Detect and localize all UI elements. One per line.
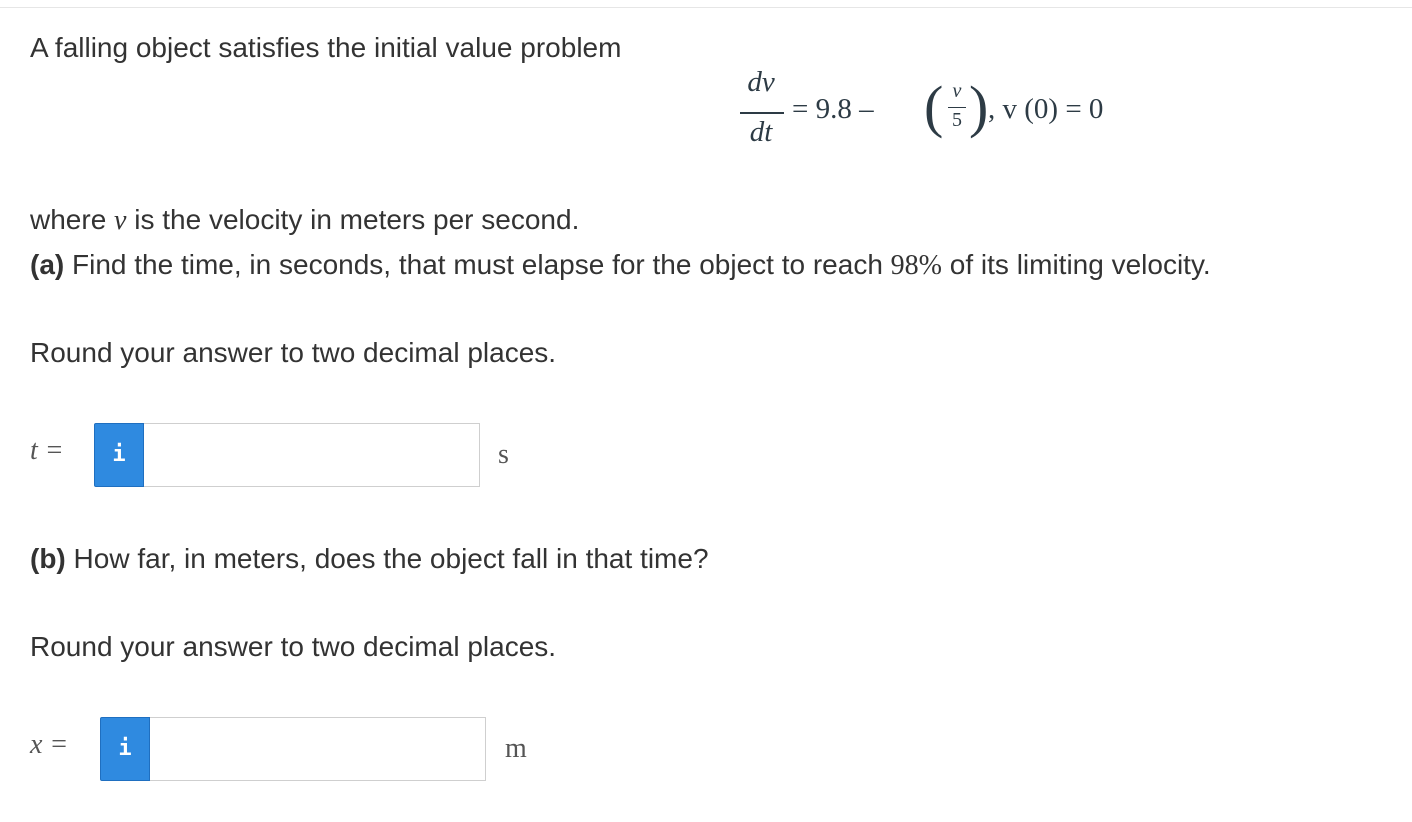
eq-fraction-bar xyxy=(740,112,784,114)
part-b-answer-input[interactable] xyxy=(150,717,486,781)
where-prefix: where xyxy=(30,204,115,235)
part-a-variable-label: t = xyxy=(30,435,64,466)
part-a-answer-input[interactable] xyxy=(144,423,480,487)
part-a-unit: s xyxy=(498,439,509,470)
where-variable: v xyxy=(114,205,127,236)
eq-inner-numerator: v xyxy=(952,80,962,102)
eq-paren-open: ( xyxy=(924,74,944,139)
top-divider xyxy=(0,7,1412,8)
eq-denominator: dt xyxy=(749,116,773,148)
differential-equation: dv dt = 9.8 – ( v 5 ) , v (0) = 0 xyxy=(738,62,1178,172)
eq-inner-fraction-bar xyxy=(948,107,966,108)
part-b-question: (b) How far, in meters, does the object … xyxy=(30,542,709,576)
part-b-label: (b) xyxy=(30,543,66,574)
part-a-text-before: Find the time, in seconds, that must ela… xyxy=(64,249,891,280)
part-b-answer-row: x = i m xyxy=(30,717,560,781)
eq-inner-denominator: 5 xyxy=(952,109,962,131)
part-b-unit: m xyxy=(505,733,527,764)
part-a-question: (a) Find the time, in seconds, that must… xyxy=(30,248,1211,283)
where-line: where v is the velocity in meters per se… xyxy=(30,203,579,238)
info-icon[interactable]: i xyxy=(94,423,144,487)
info-icon[interactable]: i xyxy=(100,717,150,781)
part-b-text: How far, in meters, does the object fall… xyxy=(65,543,709,574)
where-suffix: is the velocity in meters per second. xyxy=(126,204,580,235)
eq-paren-close: ) xyxy=(969,74,989,139)
eq-numerator: dv xyxy=(747,66,775,98)
part-a-label: (a) xyxy=(30,249,65,280)
part-a-percent: 98% xyxy=(890,250,942,281)
part-a-text-after: of its limiting velocity. xyxy=(942,249,1211,280)
part-a-answer-row: t = i s xyxy=(30,423,550,487)
part-b-variable-label: x = xyxy=(30,729,69,760)
eq-rhs: = 9.8 – xyxy=(792,93,874,125)
part-b-round-note: Round your answer to two decimal places. xyxy=(30,631,557,662)
part-a-round-note: Round your answer to two decimal places. xyxy=(30,337,557,368)
problem-intro: A falling object satisfies the initial v… xyxy=(30,32,622,63)
eq-initial-condition: , v (0) = 0 xyxy=(988,93,1104,125)
